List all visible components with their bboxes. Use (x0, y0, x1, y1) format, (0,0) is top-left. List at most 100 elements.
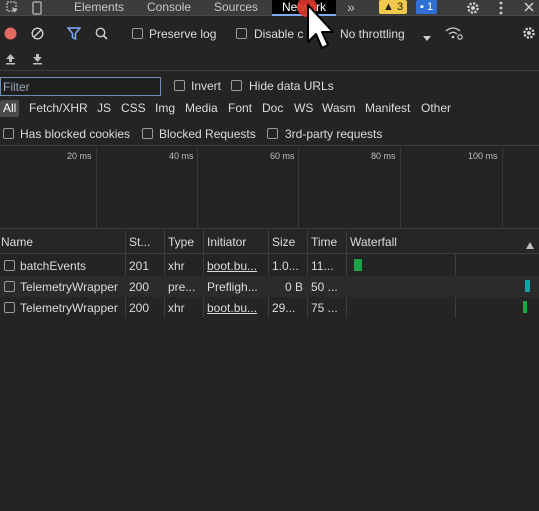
request-status: 201 (129, 259, 150, 273)
column-header-initiator[interactable]: Initiator (207, 235, 267, 249)
request-time: 11... (311, 259, 334, 273)
request-size: 29... (272, 301, 296, 315)
request-status: 200 (129, 280, 150, 294)
throttling-select[interactable]: No throttling (340, 27, 405, 41)
invert-label: Invert (191, 79, 222, 93)
tab-console[interactable]: Console (147, 0, 191, 16)
messages-count: 1 (426, 1, 434, 13)
type-filter-js[interactable]: JS (97, 101, 111, 115)
clear-icon[interactable] (31, 27, 44, 43)
type-filter-fetch-xhr[interactable]: Fetch/XHR (29, 101, 88, 115)
more-tabs-button[interactable]: » (347, 0, 355, 16)
preserve-log-checkbox[interactable] (132, 28, 143, 39)
overview-tick-label: 40 ms (169, 151, 194, 161)
close-icon[interactable] (523, 1, 535, 16)
kebab-menu-icon[interactable] (499, 1, 503, 18)
devtools-tab-bar: Elements Console Sources Network » ▲ 3 ▪… (0, 0, 539, 16)
type-filter-media[interactable]: Media (185, 101, 218, 115)
column-header-name[interactable]: Name (1, 235, 121, 249)
column-header-time[interactable]: Time (311, 235, 345, 249)
type-filter-manifest[interactable]: Manifest (365, 101, 410, 115)
settings-gear-icon[interactable] (466, 1, 480, 18)
request-initiator-link[interactable]: boot.bu... (207, 259, 267, 273)
request-name: TelemetryWrapper (20, 301, 118, 315)
column-header-size[interactable]: Size (272, 235, 306, 249)
overview-tick-label: 20 ms (67, 151, 92, 161)
table-row[interactable]: TelemetryWrapper 200 xhr boot.bu... 29..… (0, 297, 539, 318)
tab-sources[interactable]: Sources (214, 0, 258, 16)
third-party-checkbox[interactable] (267, 128, 278, 139)
message-icon: ▪ (420, 1, 424, 13)
type-filter-img[interactable]: Img (155, 101, 175, 115)
warning-icon: ▲ (383, 1, 394, 13)
filter-input[interactable] (0, 77, 161, 96)
request-size: 1.0... (272, 259, 299, 273)
request-type: xhr (168, 259, 185, 273)
tab-elements[interactable]: Elements (74, 0, 124, 16)
hide-data-urls-label: Hide data URLs (249, 79, 334, 93)
hide-data-urls-checkbox[interactable] (231, 80, 242, 91)
import-har-icon[interactable] (5, 53, 16, 68)
request-size: 0 B (284, 280, 303, 294)
third-party-label: 3rd-party requests (285, 127, 383, 141)
type-filter-font[interactable]: Font (228, 101, 252, 115)
sort-ascending-icon[interactable] (526, 238, 534, 252)
request-initiator: Prefligh... (207, 280, 258, 294)
request-table-header: Name St... Type Initiator Size Time Wate… (0, 230, 539, 254)
overview-gridline (96, 147, 97, 229)
column-header-waterfall[interactable]: Waterfall (350, 235, 430, 249)
overview-gridline (400, 147, 401, 229)
disable-cache-checkbox[interactable] (236, 28, 247, 39)
overview-gridline (298, 147, 299, 229)
overview-gridline (197, 147, 198, 229)
request-time: 75 ... (311, 301, 338, 315)
type-filter-ws[interactable]: WS (294, 101, 313, 115)
overview-gridline (502, 147, 503, 229)
export-har-icon[interactable] (32, 53, 43, 68)
type-filter-doc[interactable]: Doc (262, 101, 283, 115)
type-filter-wasm[interactable]: Wasm (322, 101, 356, 115)
filter-bar: Invert Hide data URLs (0, 74, 539, 98)
row-select-checkbox[interactable] (4, 281, 15, 292)
waterfall-bar[interactable] (522, 301, 527, 313)
type-filter-other[interactable]: Other (421, 101, 451, 115)
import-export-toolbar (0, 49, 539, 71)
network-overview-timeline[interactable]: 20 ms 40 ms 60 ms 80 ms 100 ms (0, 147, 539, 229)
request-type: xhr (168, 301, 185, 315)
request-status: 200 (129, 301, 150, 315)
messages-badge[interactable]: ▪ 1 (416, 0, 438, 14)
chevron-down-icon[interactable] (423, 31, 431, 45)
record-icon[interactable] (4, 27, 17, 43)
disable-cache-label: Disable c (254, 27, 304, 41)
blocked-requests-label: Blocked Requests (159, 127, 256, 141)
invert-checkbox[interactable] (174, 80, 185, 91)
blocked-cookies-checkbox[interactable] (3, 128, 14, 139)
request-time: 50 ... (311, 280, 338, 294)
filter-funnel-icon[interactable] (66, 27, 82, 43)
network-toolbar: Preserve log Disable c No throttling (0, 22, 539, 46)
request-name: batchEvents (20, 259, 87, 273)
column-header-type[interactable]: Type (168, 235, 202, 249)
waterfall-bar[interactable] (524, 280, 530, 292)
blocked-requests-checkbox[interactable] (142, 128, 153, 139)
inspect-element-icon[interactable] (6, 1, 19, 17)
table-row[interactable]: TelemetryWrapper 200 pre... Prefligh... … (0, 276, 539, 297)
waterfall-bar[interactable] (353, 259, 362, 271)
column-header-status[interactable]: St... (129, 235, 159, 249)
warnings-badge[interactable]: ▲ 3 (379, 0, 408, 14)
device-toolbar-icon[interactable] (31, 1, 43, 18)
request-type: pre... (168, 280, 196, 294)
type-filter-all[interactable]: All (0, 100, 20, 117)
preserve-log-label: Preserve log (149, 27, 217, 41)
warnings-count: 3 (396, 1, 404, 13)
type-filter-css[interactable]: CSS (121, 101, 146, 115)
overview-tick-label: 100 ms (468, 151, 498, 161)
row-select-checkbox[interactable] (4, 302, 15, 313)
overview-tick-label: 80 ms (371, 151, 396, 161)
table-row[interactable]: batchEvents 201 xhr boot.bu... 1.0... 11… (0, 255, 539, 276)
request-initiator-link[interactable]: boot.bu... (207, 301, 267, 315)
row-select-checkbox[interactable] (4, 260, 15, 271)
search-icon[interactable] (95, 27, 108, 43)
network-conditions-icon[interactable] (445, 26, 463, 43)
network-settings-gear-icon[interactable] (522, 26, 536, 43)
